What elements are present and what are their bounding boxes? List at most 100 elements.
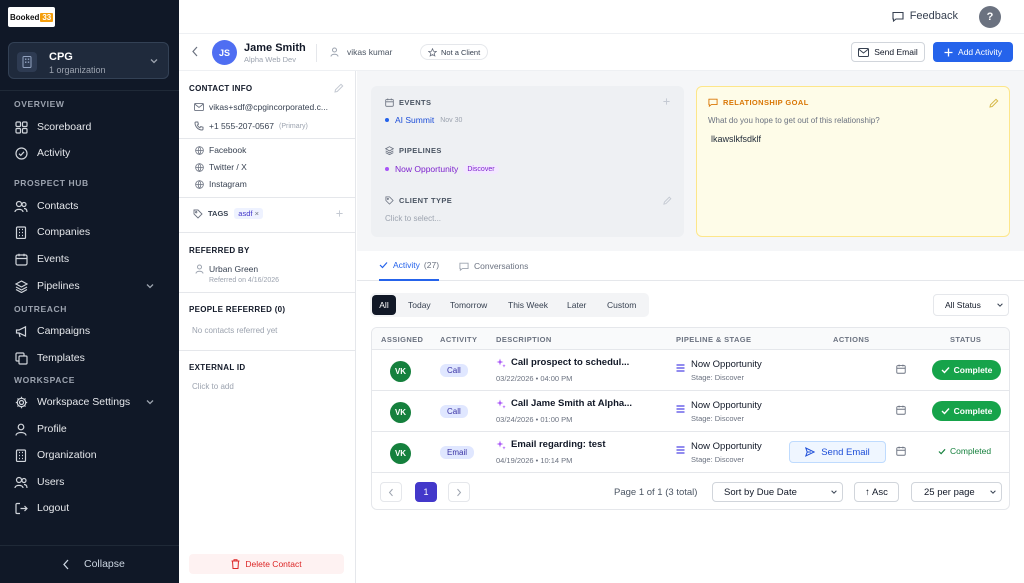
complete-button[interactable]: Complete — [932, 401, 1001, 421]
twitter-link[interactable]: Twitter / X — [193, 162, 247, 172]
activity-title[interactable]: Call prospect to schedul... — [496, 357, 629, 368]
calendar-icon[interactable] — [896, 405, 906, 415]
delete-contact-button[interactable]: Delete Contact — [189, 554, 344, 574]
filter-all[interactable]: All — [372, 295, 396, 315]
pipeline-name: Now Opportunity — [395, 164, 459, 174]
tab-activity[interactable]: Activity (27) — [379, 251, 440, 281]
collapse-button[interactable]: Collapse — [62, 558, 125, 570]
organization-switcher[interactable]: CPG 1 organization — [8, 42, 169, 79]
sidebar-item-companies[interactable]: Companies — [14, 222, 166, 242]
sidebar-item-label: Pipelines — [37, 280, 80, 292]
list-icon — [676, 446, 685, 454]
edit-icon[interactable] — [663, 196, 672, 205]
client-status-badge[interactable]: Not a Client — [420, 44, 489, 60]
prev-page-button[interactable] — [380, 482, 402, 502]
pipelines-header: PIPELINES — [385, 146, 442, 155]
filter-today[interactable]: Today — [408, 295, 431, 315]
status-filter-value: All Status — [945, 300, 981, 310]
sort-select[interactable]: Sort by Due Date — [712, 482, 843, 502]
date-filter-group: All Today Tomorrow This Week Later Custo… — [370, 293, 649, 317]
user-icon — [14, 422, 28, 436]
calendar-icon[interactable] — [896, 364, 906, 374]
sidebar-item-scoreboard[interactable]: Scoreboard — [14, 117, 166, 137]
tag-icon — [385, 196, 394, 205]
event-item[interactable]: AI Summit Nov 30 — [385, 115, 462, 125]
activity-title[interactable]: Email regarding: test — [496, 439, 606, 450]
per-page-select[interactable]: 25 per page — [911, 482, 1002, 502]
sidebar-item-campaigns[interactable]: Campaigns — [14, 321, 166, 341]
sidebar-item-logout[interactable]: Logout — [14, 498, 166, 518]
feedback-label: Feedback — [909, 10, 958, 22]
client-type-select[interactable]: Click to select... — [385, 214, 441, 223]
tag-icon — [192, 209, 204, 219]
sidebar-item-events[interactable]: Events — [14, 249, 166, 269]
sidebar-item-profile[interactable]: Profile — [14, 419, 166, 439]
sidebar-item-contacts[interactable]: Contacts — [14, 196, 166, 216]
contact-details-panel: CONTACT INFO vikas+sdf@cpgincorporated.c… — [179, 71, 356, 583]
close-icon[interactable]: × — [255, 209, 259, 218]
logout-icon — [14, 501, 28, 515]
plus-icon[interactable] — [336, 210, 343, 217]
sidebar-item-templates[interactable]: Templates — [14, 348, 166, 368]
feedback-button[interactable]: Feedback — [892, 10, 958, 22]
sidebar-item-users[interactable]: Users — [14, 472, 166, 492]
page-button[interactable]: 1 — [415, 482, 437, 502]
table-row[interactable]: VK Email Email regarding: test 04/19/202… — [372, 432, 1009, 473]
help-button[interactable]: ? — [979, 6, 1001, 28]
sidebar-item-activity[interactable]: Activity — [14, 143, 166, 163]
tag-chip[interactable]: asdf × — [234, 208, 263, 219]
filter-custom[interactable]: Custom — [607, 295, 636, 315]
table-row[interactable]: VK Call Call prospect to schedul... 03/2… — [372, 350, 1009, 391]
phone-row[interactable]: +1 555-207-0567 (Primary) — [193, 121, 308, 131]
contact-email: vikas+sdf@cpgincorporated.c... — [209, 102, 328, 112]
contact-header: JS Jame Smith Alpha Web Dev vikas kumar … — [179, 34, 1024, 71]
user-icon — [330, 47, 339, 57]
chevron-down-icon — [143, 395, 157, 409]
sidebar-item-pipelines[interactable]: Pipelines — [14, 276, 166, 296]
pagination: 1 Page 1 of 1 (3 total) Sort by Due Date… — [372, 474, 1009, 509]
goal-answer[interactable]: lkawslkfsdklf — [711, 134, 761, 144]
event-dot — [385, 118, 389, 122]
sidebar-item-label: Organization — [37, 449, 97, 461]
email-row[interactable]: vikas+sdf@cpgincorporated.c... — [193, 102, 328, 112]
add-activity-button[interactable]: Add Activity — [933, 42, 1013, 62]
check-icon — [941, 407, 950, 415]
page-info: Page 1 of 1 (3 total) — [614, 487, 698, 498]
chevron-left-icon[interactable] — [191, 46, 199, 57]
facebook-link[interactable]: Facebook — [193, 145, 246, 155]
plus-icon[interactable] — [663, 98, 670, 105]
info-card: EVENTS AI Summit Nov 30 PIPELINES Now Op… — [371, 86, 684, 237]
message-icon — [459, 262, 469, 271]
send-email-button[interactable]: Send Email — [851, 42, 925, 62]
complete-button[interactable]: Complete — [932, 360, 1001, 380]
status-filter-select[interactable]: All Status — [933, 294, 1009, 316]
instagram-link[interactable]: Instagram — [193, 179, 247, 189]
section-overview: OVERVIEW — [14, 99, 65, 109]
goal-header: RELATIONSHIP GOAL — [708, 98, 809, 107]
filter-this-week[interactable]: This Week — [508, 295, 548, 315]
pipeline-item[interactable]: Now Opportunity Discover — [385, 164, 499, 174]
referrer-row[interactable]: Urban Green — [193, 264, 258, 274]
next-page-button[interactable] — [448, 482, 470, 502]
filter-later[interactable]: Later — [567, 295, 586, 315]
send-email-button[interactable]: Send Email — [789, 441, 886, 463]
app-logo[interactable]: Booked 33 — [8, 7, 55, 27]
activity-title[interactable]: Call Jame Smith at Alpha... — [496, 398, 632, 409]
sidebar-item-organization[interactable]: Organization — [14, 445, 166, 465]
filter-tomorrow[interactable]: Tomorrow — [450, 295, 487, 315]
edit-icon[interactable] — [334, 83, 344, 93]
contact-owner[interactable]: vikas kumar — [330, 47, 392, 57]
activity-type-badge: Call — [440, 405, 468, 418]
relationship-goal-card: RELATIONSHIP GOAL What do you hope to ge… — [696, 86, 1010, 237]
status-label: Complete — [953, 406, 993, 416]
tab-conversations[interactable]: Conversations — [459, 251, 528, 281]
edit-icon[interactable] — [989, 98, 999, 108]
calendar-icon[interactable] — [896, 446, 906, 456]
table-row[interactable]: VK Call Call Jame Smith at Alpha... 03/2… — [372, 391, 1009, 432]
chevron-left-icon — [62, 559, 70, 570]
sidebar-item-label: Campaigns — [37, 325, 91, 337]
sidebar-item-workspace-settings[interactable]: Workspace Settings — [14, 392, 166, 412]
sort-order-button[interactable]: ↑ Asc — [854, 482, 899, 502]
per-page-value: 25 per page — [924, 486, 975, 498]
external-id-add[interactable]: Click to add — [192, 382, 234, 391]
